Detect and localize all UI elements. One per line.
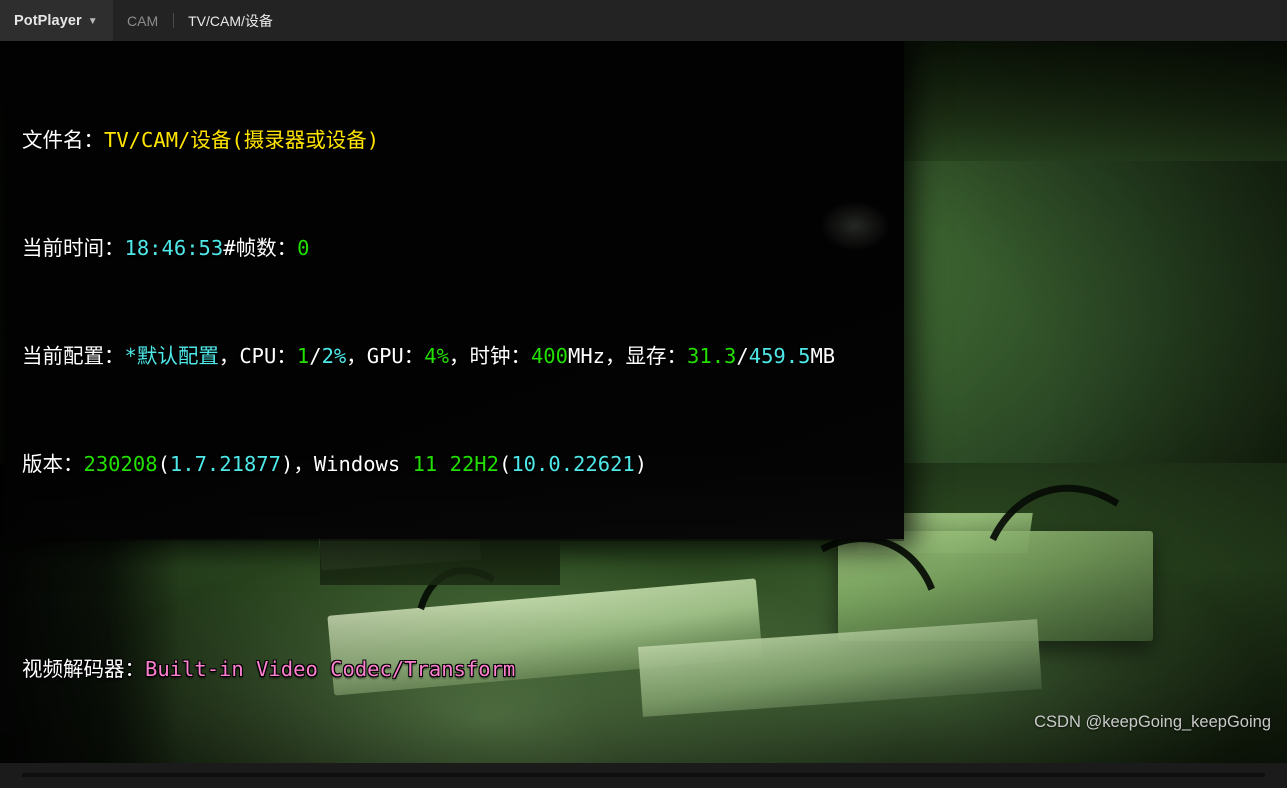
- brand-menu-button[interactable]: PotPlayer ▼: [0, 0, 113, 41]
- osd-vdec-value: Built-in Video Codec/Transform: [145, 657, 516, 681]
- osd-config-label: 当前配置：: [22, 344, 125, 368]
- tab-tvcam-device[interactable]: TV/CAM/设备: [174, 11, 287, 31]
- osd-vram-total: 459.5: [748, 344, 811, 368]
- osd-line-version: 版本：230208(1.7.21877)，Windows 11 22H2(10.…: [22, 452, 648, 476]
- osd-time-value: 18:46:53: [124, 236, 224, 260]
- osd-vram-unit: MB: [810, 344, 836, 368]
- osd-filename-label: 文件名：: [22, 128, 104, 152]
- osd-gpu-value: 4%: [424, 344, 449, 368]
- osd-os-release: 22H2: [449, 452, 499, 476]
- osd-vdec-label: 视频解码器：: [22, 657, 145, 681]
- osd-version-build: 230208: [83, 452, 158, 476]
- osd-cpu-used: 1: [296, 344, 310, 368]
- video-surface[interactable]: 文件名：TV/CAM/设备(摄录器或设备) 当前时间：18:46:53#帧数：0…: [0, 41, 1287, 763]
- osd-vram-used: 31.3: [687, 344, 737, 368]
- osd-cpu-sep: /: [309, 344, 322, 368]
- osd-vram-label: ，显存：: [605, 344, 688, 368]
- osd-line-filename: 文件名：TV/CAM/设备(摄录器或设备): [22, 127, 836, 154]
- osd-version-number: 1.7.21877: [169, 452, 281, 476]
- seek-bar[interactable]: [22, 773, 1265, 777]
- brand-label: PotPlayer: [14, 12, 82, 29]
- tab-cam[interactable]: CAM: [113, 13, 173, 29]
- control-bar: [0, 763, 1287, 788]
- osd-os-build: 10.0.22621: [511, 452, 635, 476]
- osd-cpu-label: ，CPU：: [218, 344, 297, 368]
- osd-line-config: 当前配置：*默认配置，CPU：1/2%，GPU：4%，时钟：400MHz，显存：…: [22, 344, 836, 368]
- csdn-watermark: CSDN @keepGoing_keepGoing: [1034, 713, 1271, 731]
- osd-cpu-total: 2%: [321, 344, 347, 368]
- osd-clock-value: 400: [530, 344, 568, 368]
- osd-os-name: Windows: [313, 452, 401, 476]
- chevron-down-icon: ▼: [87, 15, 98, 27]
- potplayer-window: PotPlayer ▼ CAM TV/CAM/设备 文件名：TV/CAM/设备(…: [0, 0, 1287, 788]
- osd-frames-label: #帧数：: [223, 236, 298, 260]
- title-bar: PotPlayer ▼ CAM TV/CAM/设备: [0, 0, 1287, 41]
- osd-time-label: 当前时间：: [22, 236, 125, 260]
- osd-line-time: 当前时间：18:46:53#帧数：0: [22, 235, 836, 262]
- osd-info-overlay: 文件名：TV/CAM/设备(摄录器或设备) 当前时间：18:46:53#帧数：0…: [22, 46, 836, 763]
- osd-config-value: *默认配置: [124, 344, 219, 368]
- osd-clock-unit: MHz: [568, 344, 606, 368]
- osd-frames-value: 0: [297, 236, 310, 260]
- osd-os-major: 11: [412, 452, 438, 476]
- tab-strip: CAM TV/CAM/设备: [113, 0, 287, 41]
- osd-clock-label: ，时钟：: [448, 344, 531, 368]
- osd-version-label: 版本：: [22, 452, 84, 476]
- osd-line-video-decoder: 视频解码器：Built-in Video Codec/Transform: [22, 656, 836, 683]
- osd-filename-value: TV/CAM/设备(摄录器或设备): [104, 128, 380, 152]
- osd-gpu-label: ，GPU：: [346, 344, 425, 368]
